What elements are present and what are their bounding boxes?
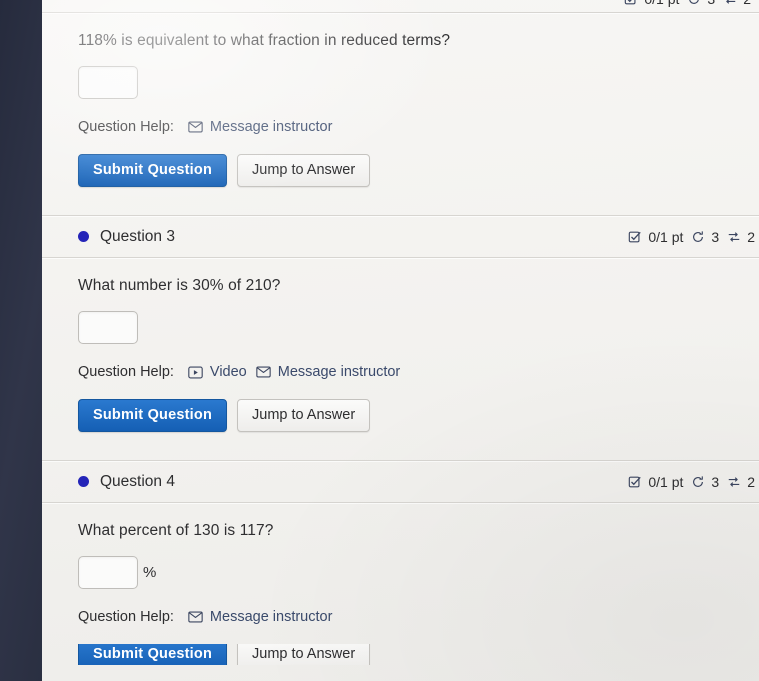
left-navigation-rail[interactable]: [0, 0, 42, 681]
shuffle-arrows-icon: [726, 475, 742, 489]
question-status-dot-icon: [78, 231, 89, 242]
question-status-badge: 0/1 pt 3 2: [623, 0, 755, 7]
message-instructor-link[interactable]: Message instructor: [188, 609, 333, 625]
question-status-badge-q4: 0/1 pt 3 2: [627, 474, 759, 490]
shuffle-arrows-icon: [722, 0, 738, 6]
question-help-row: Question Help: Message instructor: [78, 119, 759, 135]
answer-input[interactable]: [78, 311, 138, 344]
video-label: Video: [209, 364, 247, 380]
question-prompt: What number is 30% of 210?: [78, 277, 281, 294]
question-prompt: 118% is equivalent to what fraction in r…: [78, 32, 451, 49]
envelope-icon: [188, 610, 204, 624]
submit-question-button[interactable]: Submit Question: [78, 154, 227, 187]
points-value: 0/1 pt: [648, 228, 684, 245]
attempts-value: 3: [711, 473, 720, 490]
attempts-segment: 3: [686, 0, 715, 7]
question-header-q3: Question 3 0/1 pt 3 2: [42, 216, 759, 257]
versions-value: 2: [747, 473, 755, 490]
checkbox-icon: [623, 0, 639, 6]
attempts-segment: 3: [690, 229, 719, 245]
question-block-q4: What percent of 130 is 117? % Question H…: [42, 503, 759, 665]
versions-segment: 2: [726, 474, 755, 490]
answer-row: [78, 311, 759, 344]
message-instructor-label: Message instructor: [277, 364, 401, 380]
question-title: Question 3: [100, 227, 175, 245]
question-help-label: Question Help:: [78, 609, 174, 625]
question-title-wrap: Question 3: [78, 228, 175, 246]
attempts-value: 3: [711, 228, 720, 245]
versions-segment: 2: [726, 229, 755, 245]
question-button-row: Submit Question Jump to Answer: [78, 399, 759, 432]
question-status-badge-q3: 0/1 pt 3 2: [627, 229, 759, 245]
points-segment: 0/1 pt: [627, 229, 683, 245]
question-help-row: Question Help: Video Message instructor: [78, 364, 759, 380]
versions-segment: 2: [722, 0, 751, 7]
question-status-dot-icon: [78, 476, 89, 487]
attempts-segment: 3: [690, 474, 719, 490]
answer-input[interactable]: [78, 66, 138, 99]
question-block-q2: 118% is equivalent to what fraction in r…: [42, 13, 759, 187]
message-instructor-label: Message instructor: [209, 119, 333, 135]
question-header-q4: Question 4 0/1 pt 3 2: [42, 461, 759, 502]
question-help-label: Question Help:: [78, 364, 174, 380]
points-segment: 0/1 pt: [627, 474, 683, 490]
points-value: 0/1 pt: [648, 473, 684, 490]
envelope-icon: [188, 120, 204, 134]
versions-value: 2: [743, 0, 751, 7]
jump-to-answer-button[interactable]: Jump to Answer: [237, 154, 371, 187]
message-instructor-label: Message instructor: [209, 609, 333, 625]
question-prompt: What percent of 130 is 117?: [78, 522, 274, 539]
answer-row: [78, 66, 759, 99]
question-help-row: Question Help: Message instructor: [78, 609, 759, 625]
retry-circular-arrow-icon: [690, 230, 706, 244]
shuffle-arrows-icon: [726, 230, 742, 244]
retry-circular-arrow-icon: [690, 475, 706, 489]
assignment-page: 0/1 pt 3 2: [42, 0, 759, 681]
points-value: 0/1 pt: [644, 0, 679, 7]
clipped-status-badge-top: 0/1 pt 3 2: [42, 0, 759, 12]
answer-row: %: [78, 556, 759, 589]
question-button-row-clipped: Submit Question Jump to Answer: [78, 644, 759, 665]
jump-to-answer-button[interactable]: Jump to Answer: [237, 644, 371, 665]
video-link[interactable]: Video: [188, 364, 247, 380]
envelope-icon: [256, 365, 272, 379]
percent-suffix-label: %: [143, 564, 157, 581]
attempts-value: 3: [707, 0, 715, 7]
message-instructor-link[interactable]: Message instructor: [188, 119, 333, 135]
checkbox-icon: [627, 475, 643, 489]
jump-to-answer-button[interactable]: Jump to Answer: [237, 399, 371, 432]
retry-circular-arrow-icon: [686, 0, 702, 6]
points-segment: 0/1 pt: [623, 0, 679, 7]
answer-input[interactable]: [78, 556, 138, 589]
submit-question-button[interactable]: Submit Question: [78, 399, 227, 432]
question-title-wrap: Question 4: [78, 473, 175, 491]
video-play-icon: [188, 365, 204, 379]
question-help-label: Question Help:: [78, 119, 174, 135]
question-title: Question 4: [100, 472, 175, 490]
submit-question-button[interactable]: Submit Question: [78, 644, 227, 665]
message-instructor-link[interactable]: Message instructor: [256, 364, 401, 380]
versions-value: 2: [747, 228, 755, 245]
checkbox-icon: [627, 230, 643, 244]
question-block-q3: What number is 30% of 210? Question Help…: [42, 258, 759, 432]
question-button-row: Submit Question Jump to Answer: [78, 154, 759, 187]
